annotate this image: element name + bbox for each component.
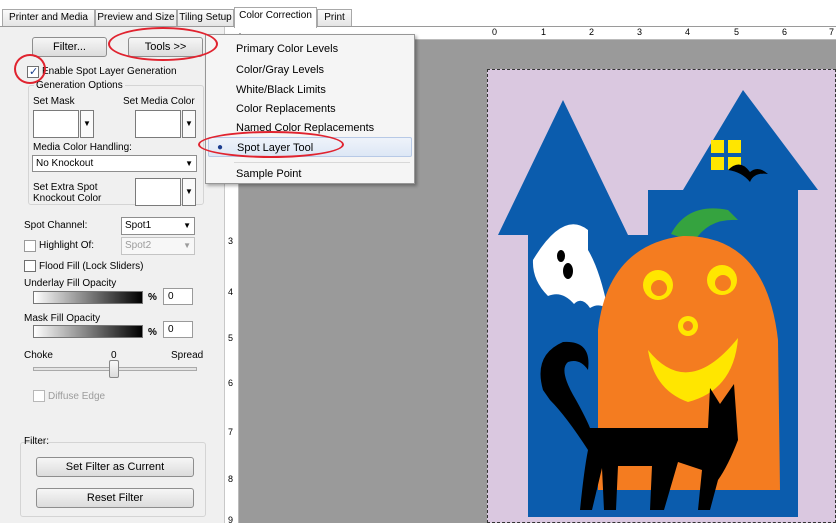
media-color-handling-value: No Knockout bbox=[36, 158, 94, 169]
tab-color-correction[interactable]: Color Correction bbox=[234, 7, 317, 28]
set-media-color-swatch[interactable] bbox=[135, 110, 181, 138]
ruler-label: 3 bbox=[637, 27, 643, 37]
ruler-label: 4 bbox=[685, 27, 691, 37]
spot-channel-select[interactable]: Spot1 ▼ bbox=[121, 217, 195, 235]
diffuse-edge-checkbox[interactable] bbox=[33, 390, 45, 402]
choke-spread-slider-thumb[interactable] bbox=[109, 360, 119, 378]
flood-fill-label: Flood Fill (Lock Sliders) bbox=[39, 261, 144, 272]
tab-bar: Printer and Media Preview and Size Tilin… bbox=[0, 0, 836, 28]
media-page[interactable] bbox=[487, 69, 836, 523]
menu-item-sample-point[interactable]: Sample Point bbox=[206, 164, 414, 184]
highlight-of-checkbox[interactable] bbox=[24, 240, 36, 252]
reset-filter-button[interactable]: Reset Filter bbox=[36, 488, 194, 508]
underlay-fill-opacity-label: Underlay Fill Opacity bbox=[24, 278, 117, 289]
menu-item-color-gray-levels[interactable]: Color/Gray Levels bbox=[206, 60, 414, 80]
tools-button[interactable]: Tools >> bbox=[128, 37, 203, 57]
menu-item-spot-layer-tool[interactable]: ● Spot Layer Tool bbox=[208, 137, 412, 157]
mask-fill-opacity-label: Mask Fill Opacity bbox=[24, 313, 101, 324]
ruler-label: 8 bbox=[228, 474, 234, 484]
set-mask-dropdown-arrow[interactable]: ▼ bbox=[80, 110, 94, 138]
ruler-label: 3 bbox=[228, 236, 234, 246]
ruler-label: 2 bbox=[589, 27, 595, 37]
highlight-of-select[interactable]: Spot2 ▼ bbox=[121, 237, 195, 255]
mask-percent-sign: % bbox=[148, 327, 157, 338]
ruler-label: 1 bbox=[541, 27, 547, 37]
chevron-down-icon: ▼ bbox=[183, 221, 191, 230]
mask-fill-opacity-slider[interactable] bbox=[33, 325, 143, 338]
ruler-label: 7 bbox=[228, 427, 234, 437]
extra-spot-dropdown-arrow[interactable]: ▼ bbox=[182, 178, 196, 206]
filter-group-label: Filter: bbox=[24, 436, 49, 447]
generation-options-label: Generation Options bbox=[34, 80, 125, 91]
media-color-handling-label: Media Color Handling: bbox=[33, 142, 132, 153]
menu-separator bbox=[234, 162, 410, 163]
menu-item-white-black-limits[interactable]: White/Black Limits bbox=[206, 80, 414, 100]
flood-fill-checkbox[interactable] bbox=[24, 260, 36, 272]
ruler-label: 5 bbox=[734, 27, 740, 37]
set-media-color-dropdown-arrow[interactable]: ▼ bbox=[182, 110, 196, 138]
underlay-fill-opacity-input[interactable]: 0 bbox=[163, 288, 193, 305]
set-filter-as-current-button[interactable]: Set Filter as Current bbox=[36, 457, 194, 477]
chevron-down-icon: ▼ bbox=[183, 241, 191, 250]
filter-button[interactable]: Filter... bbox=[32, 37, 107, 57]
tab-preview-and-size[interactable]: Preview and Size bbox=[95, 9, 177, 26]
radio-bullet-icon: ● bbox=[217, 142, 224, 153]
extra-spot-knockout-swatch[interactable] bbox=[135, 178, 181, 206]
highlight-of-label: Highlight Of: bbox=[39, 240, 95, 251]
color-correction-panel: Filter... Tools >> Enable Spot Layer Gen… bbox=[0, 27, 225, 523]
ruler-label: 0 bbox=[492, 27, 498, 37]
chevron-down-icon: ▼ bbox=[185, 159, 193, 168]
diffuse-edge-label: Diffuse Edge bbox=[48, 391, 106, 402]
tab-printer-and-media[interactable]: Printer and Media bbox=[2, 9, 95, 26]
mask-fill-opacity-input[interactable]: 0 bbox=[163, 321, 193, 338]
menu-item-primary-color-levels[interactable]: Primary Color Levels bbox=[206, 39, 414, 59]
spread-label: Spread bbox=[171, 350, 204, 361]
choke-label: Choke bbox=[24, 350, 53, 361]
set-mask-swatch[interactable] bbox=[33, 110, 79, 138]
ruler-label: 9 bbox=[228, 515, 234, 523]
menu-item-color-replacements[interactable]: Color Replacements bbox=[206, 99, 414, 119]
menu-item-label: Spot Layer Tool bbox=[237, 142, 314, 154]
tools-menu: Primary Color Levels Color/Gray Levels W… bbox=[205, 34, 415, 184]
tab-print[interactable]: Print bbox=[317, 9, 352, 26]
underlay-percent-sign: % bbox=[148, 292, 157, 303]
enable-spot-checkbox[interactable] bbox=[27, 65, 39, 78]
ruler-label: 6 bbox=[228, 378, 234, 388]
halloween-artwork bbox=[498, 90, 818, 517]
ruler-label: 6 bbox=[782, 27, 788, 37]
set-mask-label: Set Mask bbox=[33, 96, 75, 107]
spot-channel-label: Spot Channel: bbox=[24, 220, 88, 231]
set-media-color-label: Set Media Color bbox=[123, 96, 195, 107]
media-color-handling-select[interactable]: No Knockout ▼ bbox=[32, 155, 197, 172]
ruler-label: 4 bbox=[228, 287, 234, 297]
set-extra-spot-label: Set Extra Spot Knockout Color bbox=[33, 182, 102, 204]
ruler-label: 7 bbox=[829, 27, 835, 37]
ruler-label: 5 bbox=[228, 333, 234, 343]
menu-item-named-color-replacements[interactable]: Named Color Replacements bbox=[206, 118, 414, 138]
spot-channel-value: Spot1 bbox=[125, 220, 152, 231]
tab-tiling-setup[interactable]: Tiling Setup bbox=[177, 9, 234, 26]
highlight-of-value: Spot2 bbox=[125, 240, 152, 251]
enable-spot-label: Enable Spot Layer Generation bbox=[42, 66, 177, 77]
underlay-fill-opacity-slider[interactable] bbox=[33, 291, 143, 304]
